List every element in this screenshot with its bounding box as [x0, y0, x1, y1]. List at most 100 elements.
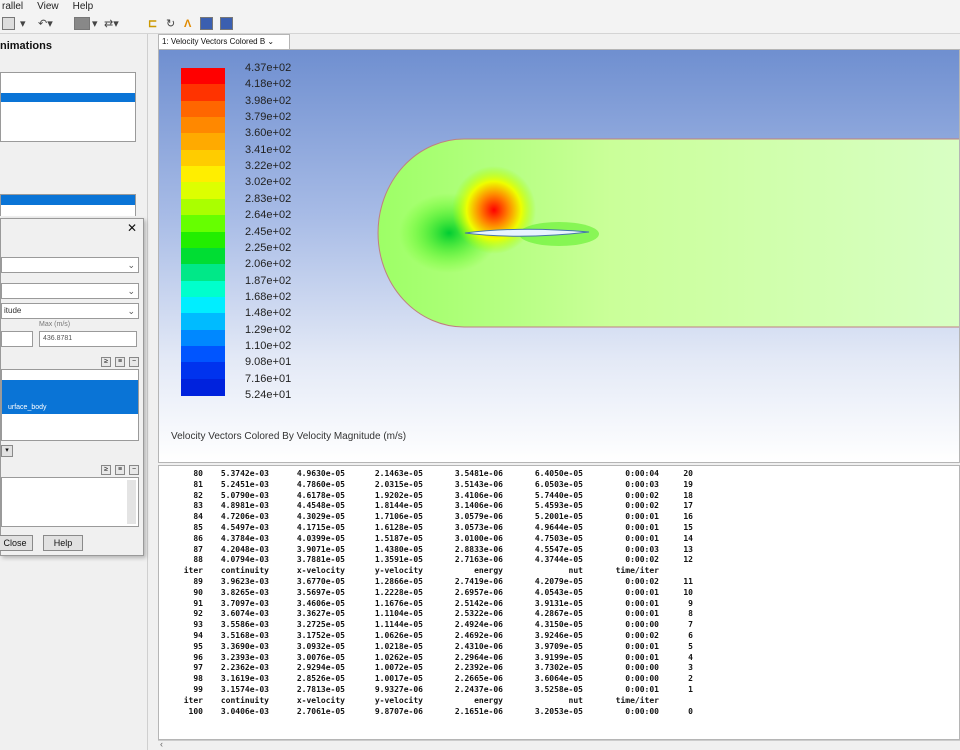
highlight-icon[interactable]: ⊏ [148, 16, 157, 32]
chevron-down-icon: ⌄ [127, 260, 135, 270]
console-cell: 4.4548e-05 [296, 501, 345, 511]
annotate-icon[interactable]: Λ [184, 16, 191, 32]
secondary-list[interactable] [1, 477, 139, 527]
colorbar-segment [181, 296, 225, 314]
console-line: 100 3.0406e-03 2.7061e-05 9.8707e-06 2.1651e… [159, 707, 959, 717]
horizontal-scrollbar[interactable]: ‹ [158, 739, 960, 750]
minus-icon[interactable]: − [129, 357, 139, 367]
colorbar [181, 68, 225, 396]
console-cell: 15 [683, 523, 693, 532]
console-line: 82 5.0790e-03 4.6178e-05 1.9202e-05 3.4106e-… [159, 491, 959, 501]
menu-help[interactable]: Help [73, 0, 94, 14]
help-button[interactable]: Help [43, 535, 83, 551]
console-cell: 2.1651e-06 [454, 706, 503, 716]
console-cell: 5.2451e-03 [220, 479, 269, 489]
graphics-tab[interactable]: 1: Velocity Vectors Colored B ⌄ [158, 34, 290, 49]
console-cell: 2.7813e-05 [296, 685, 345, 694]
console-cell: 4.7860e-05 [296, 479, 345, 489]
menu-bar: rallel View Help [0, 0, 960, 14]
console-cell: 3.6064e-05 [534, 674, 583, 684]
menu-parallel[interactable]: rallel [2, 0, 23, 14]
console-cell: 11 [683, 577, 693, 586]
console-cell: 1.0262e-05 [374, 652, 423, 662]
console-cell: 1 [688, 685, 693, 694]
console-cell: 3.3627e-05 [296, 609, 345, 619]
console-cell: 3.2053e-05 [534, 706, 583, 716]
console-cell: 3.0076e-05 [296, 652, 345, 662]
menu-view[interactable]: View [37, 0, 59, 14]
console-line: 89 3.9623e-03 3.6770e-05 1.2866e-05 2.7419e-… [159, 577, 959, 587]
minus-icon[interactable]: − [129, 465, 139, 475]
scroll-down-button[interactable]: ▾ [1, 445, 13, 457]
console-cell: 1.4380e-05 [374, 544, 423, 554]
colorbar-segment [181, 345, 225, 363]
min-value-field[interactable] [1, 331, 33, 347]
console-cell: 3.4606e-05 [296, 598, 345, 608]
graphics-window[interactable]: 4.37e+02 4.18e+02 3.98e+02 3.79e+02 3.60e+02… [158, 49, 960, 463]
console-cell: 10 [683, 587, 693, 597]
scrollbar[interactable] [127, 480, 136, 524]
max-value-field[interactable]: 436.8781 [39, 331, 137, 347]
console-cell: 4.2079e-05 [534, 577, 583, 586]
chevron-down-icon: ⌄ [127, 286, 135, 296]
console-cell: 7 [688, 620, 693, 630]
console-cell: 5.0790e-03 [220, 490, 269, 500]
undo-icon[interactable]: ↶▾ [38, 16, 53, 32]
animation-list[interactable] [0, 72, 136, 142]
console-output[interactable]: 8 0 5.3742e-03 4.9630e-05 2.1463e-05 3.5481e-… [158, 465, 960, 740]
console-cell: 2.8833e-06 [454, 544, 503, 554]
selected-surface-item[interactable]: urface_body [2, 380, 138, 414]
plot-caption: Velocity Vectors Colored By Velocity Mag… [171, 431, 407, 442]
deselect-icon[interactable]: ≡ [115, 465, 125, 475]
surfaces-list[interactable]: urface_body [1, 369, 139, 441]
console-cell: 3.5143e-06 [454, 479, 503, 489]
surface-item-label: urface_body [8, 404, 47, 411]
console-cell: 1.0017e-05 [374, 674, 423, 684]
rotate-icon[interactable]: ↻ [166, 16, 175, 32]
console-cell: 1.5187e-05 [374, 533, 423, 543]
console-cell: 3.6770e-05 [296, 577, 345, 586]
report-icon[interactable] [200, 17, 213, 30]
select-all-icon[interactable]: ≥ [101, 465, 111, 475]
console-cell: 3.7302e-05 [534, 663, 583, 673]
colorbar-segment [181, 166, 225, 184]
console-cell: time/iter [615, 695, 659, 705]
colorbar-label: 1.48e+02 [245, 307, 292, 320]
color-by-dropdown[interactable]: ⌄ [1, 283, 139, 299]
chevron-down-icon: ⌄ [267, 37, 275, 46]
colorbar-segment [181, 68, 225, 85]
console-cell: 1.1676e-05 [374, 598, 423, 608]
console-cell: 3.8265e-03 [220, 587, 269, 597]
select-all-icon[interactable]: ≥ [101, 357, 111, 367]
console-cell: 3.5258e-05 [534, 685, 583, 694]
view-dropdown-icon[interactable]: ▾ [92, 16, 98, 32]
dropdown-arrow-icon[interactable]: ▾ [20, 16, 26, 32]
view-icon[interactable] [74, 17, 90, 30]
table-icon[interactable] [220, 17, 233, 30]
console-cell: 2.1463e-05 [374, 469, 423, 478]
console-line: 95 3.3690e-03 3.0932e-05 1.0218e-05 2.4310e-… [159, 642, 959, 652]
scroll-left-icon[interactable]: ‹ [160, 739, 163, 749]
colorbar-label: 1.68e+02 [245, 290, 292, 303]
console-line: 97 2.2362e-03 2.9294e-05 1.0072e-05 2.2392e-… [159, 663, 959, 673]
close-icon[interactable]: ✕ [127, 221, 137, 235]
selected-list-item[interactable] [1, 93, 135, 102]
close-button[interactable]: Close [0, 535, 33, 551]
console-cell: 2.5142e-06 [454, 598, 503, 608]
console-cell: 4.3029e-05 [296, 512, 345, 522]
transform-icon[interactable]: ⇄▾ [104, 16, 119, 32]
save-icon[interactable] [2, 17, 15, 30]
console-line: 93 3.5586e-03 3.2725e-05 1.1144e-05 2.4924e-… [159, 620, 959, 630]
velocity-field-dropdown[interactable]: itude ⌄ [1, 303, 139, 319]
selected-object-item[interactable] [1, 195, 135, 205]
object-list[interactable] [0, 194, 136, 216]
vectors-of-dropdown[interactable]: ⌄ [1, 257, 139, 273]
console-cell: 1.7106e-05 [374, 512, 423, 522]
console-cell: 2.9294e-05 [296, 663, 345, 673]
deselect-icon[interactable]: ≡ [115, 357, 125, 367]
console-cell: 4.0543e-05 [534, 587, 583, 597]
vectors-dialog: ✕ ⌄ ⌄ itude ⌄ Max (m/s) 436.8781 ≥ ≡ − ur… [0, 218, 144, 556]
colorbar-label: 2.45e+02 [245, 225, 292, 238]
console-cell: 4.0794e-03 [220, 555, 269, 565]
colorbar-label: 3.02e+02 [245, 176, 292, 189]
